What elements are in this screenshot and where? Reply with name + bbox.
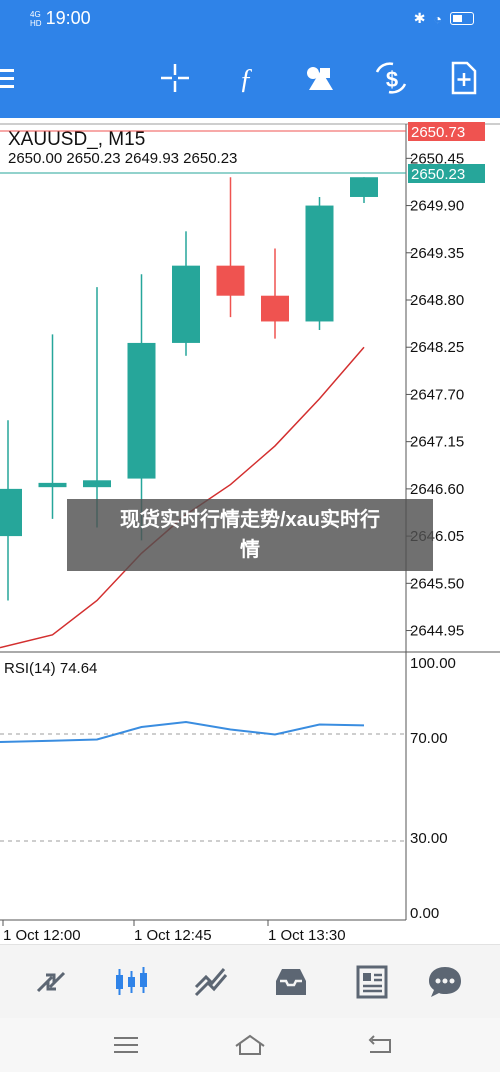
time-tick-label: 1 Oct 12:00 — [3, 927, 81, 944]
rsi-tick-label: 70.00 — [410, 730, 448, 747]
candle-body — [305, 205, 334, 322]
price-tick-label: 2644.95 — [410, 623, 464, 640]
banner-line-1: 现货实时行情走势/xau实时行 — [119, 509, 381, 531]
rsi-label: RSI(14) 74.64 — [4, 660, 97, 677]
status-bar: 4G HD 19:00 ✱ ◔ — [0, 0, 500, 38]
price-tick-label: 2648.25 — [410, 339, 464, 356]
menu-icon[interactable] — [0, 58, 26, 98]
rsi-tick-label: 30.00 — [410, 830, 448, 847]
price-tick-label: 2645.50 — [410, 575, 464, 592]
news-nav-icon[interactable] — [350, 961, 392, 1003]
candle-body — [0, 488, 22, 537]
quotes-nav-icon[interactable] — [30, 961, 72, 1003]
status-right: ✱ ◔ — [414, 10, 474, 27]
bid-price-label: 2650.23 — [411, 166, 465, 183]
candle-body — [83, 480, 111, 488]
trade-nav-icon[interactable] — [190, 961, 232, 1003]
currency-exchange-icon[interactable]: $ — [371, 58, 411, 98]
ohlc-label: 2650.00 2650.23 2649.93 2650.23 — [8, 150, 237, 167]
candle-body — [172, 265, 200, 343]
rsi-line — [0, 720, 365, 743]
price-tick-label: 2647.70 — [410, 386, 464, 403]
system-navigation-bar — [0, 1018, 500, 1072]
candle-body — [127, 342, 156, 479]
wifi-icon: ◔ — [433, 10, 442, 27]
price-tick-label: 2648.80 — [410, 292, 464, 309]
watermark-banner: 现货实时行情走势/xau实时行 情 — [67, 499, 433, 571]
system-back-icon[interactable] — [362, 1030, 398, 1060]
price-tick-label: 2649.90 — [410, 198, 464, 215]
time-tick-label: 1 Oct 13:30 — [268, 927, 346, 944]
rsi-tick-label: 100.00 — [410, 655, 456, 672]
function-icon[interactable]: ƒ — [226, 58, 266, 98]
banner-line-2: 情 — [240, 539, 260, 561]
time-tick-label: 1 Oct 12:45 — [134, 927, 212, 944]
moving-average-line — [0, 346, 365, 649]
candle-body — [261, 295, 289, 322]
rsi-axis-ticks: 100.00 70.00 30.00 0.00 — [410, 655, 456, 922]
system-menu-icon[interactable] — [108, 1030, 144, 1060]
bottom-navigation — [0, 944, 500, 1019]
svg-text:$: $ — [386, 67, 398, 92]
ask-price-label: 2650.73 — [411, 124, 465, 141]
system-home-icon[interactable] — [232, 1030, 268, 1060]
chart-toolbar: ƒ $ — [0, 38, 500, 118]
candle-body — [350, 177, 378, 197]
objects-icon[interactable] — [299, 58, 339, 98]
chart-nav-icon[interactable] — [110, 961, 152, 1003]
rsi-tick-label: 0.00 — [410, 905, 439, 922]
candle-body — [38, 482, 67, 488]
svg-text:ƒ: ƒ — [239, 64, 253, 95]
new-order-icon[interactable] — [443, 58, 483, 98]
network-indicator: 4G HD — [30, 10, 42, 29]
messages-nav-icon[interactable] — [424, 961, 466, 1003]
price-tick-label: 2646.60 — [410, 481, 464, 498]
candle-body — [216, 265, 245, 296]
battery-icon — [450, 12, 474, 25]
symbol-label: XAUUSD_, M15 — [8, 129, 145, 150]
clock: 19:00 — [45, 8, 91, 28]
price-tick-label: 2650.45 — [410, 150, 464, 167]
history-nav-icon[interactable] — [270, 961, 312, 1003]
time-axis-ticks: 1 Oct 12:00 1 Oct 12:45 1 Oct 13:30 — [2, 920, 346, 944]
bluetooth-icon: ✱ — [413, 10, 426, 26]
crosshair-icon[interactable] — [155, 58, 195, 98]
price-tick-label: 2647.15 — [410, 434, 464, 451]
status-left: 4G HD 19:00 — [30, 8, 91, 29]
price-tick-label: 2649.35 — [410, 245, 464, 262]
